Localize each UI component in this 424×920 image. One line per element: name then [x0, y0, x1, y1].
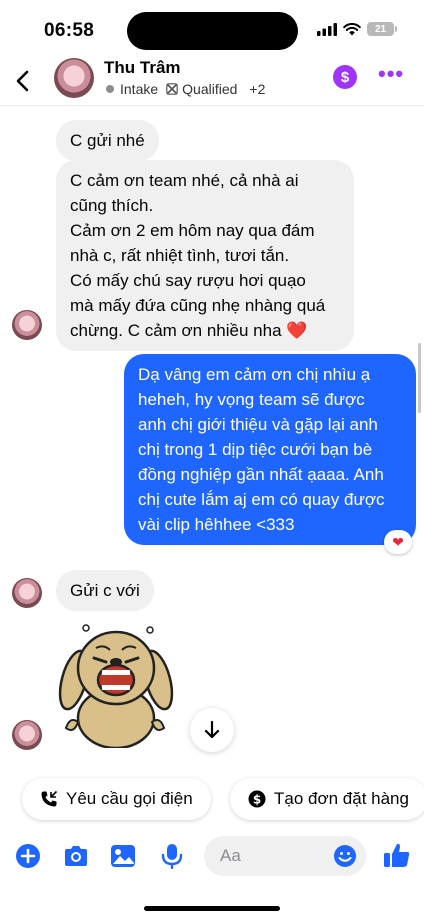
- message-line: mà mấy đứa cũng nhẹ nhàng quá: [70, 296, 326, 315]
- plus-icon[interactable]: [14, 842, 42, 870]
- outgoing-message[interactable]: Dạ vâng em cảm ơn chị nhìu ạ heheh, hy v…: [124, 354, 416, 545]
- message-line: vài clip hêhhee <333: [138, 515, 295, 534]
- back-arrow-icon[interactable]: [8, 66, 38, 96]
- message-line: nhà c, rất nhiệt tình, tươi tắn.: [70, 246, 290, 265]
- sender-avatar[interactable]: [12, 310, 42, 340]
- battery-indicator: 21: [367, 22, 397, 36]
- message-line: chừng. C cảm ơn nhiều nha ❤️: [70, 321, 308, 340]
- message-line: C cảm ơn team nhé, cả nhà ai: [70, 171, 299, 190]
- contact-name[interactable]: Thu Trâm: [104, 58, 181, 78]
- camera-icon[interactable]: [62, 842, 90, 870]
- incoming-message[interactable]: C cảm ơn team nhé, cả nhà ai cũng thích.…: [56, 160, 354, 351]
- message-line: chị trong 1 dịp tiệc cưới bạn bè: [138, 440, 373, 459]
- qualified-tag-icon: [166, 83, 178, 95]
- emoji-icon[interactable]: [333, 844, 357, 868]
- home-indicator: [144, 906, 280, 911]
- call-request-label: Yêu cầu gọi điện: [66, 789, 193, 808]
- wifi-icon: [343, 22, 361, 35]
- more-options-button[interactable]: •••: [378, 63, 406, 89]
- contact-tags[interactable]: Intake Qualified +2: [106, 81, 265, 97]
- message-input-placeholder: Aa: [220, 846, 241, 865]
- status-dot-icon: [106, 85, 114, 93]
- dynamic-island: [127, 12, 298, 50]
- sender-avatar[interactable]: [12, 578, 42, 608]
- tag-intake: Intake: [120, 81, 159, 97]
- message-input[interactable]: Aa: [204, 836, 366, 876]
- crying-dog-sticker[interactable]: [56, 618, 176, 748]
- call-request-chip[interactable]: Yêu cầu gọi điện: [22, 778, 211, 820]
- gallery-icon[interactable]: [109, 842, 137, 870]
- dollar-circle-icon: $: [248, 790, 266, 808]
- extra-tags-count: +2: [249, 81, 266, 97]
- tag-qualified: Qualified: [182, 81, 238, 97]
- microphone-icon[interactable]: [158, 842, 186, 870]
- message-line: Dạ vâng em cảm ơn chị nhìu ạ: [138, 365, 371, 384]
- chat-header: Thu Trâm Intake Qualified +2 $ •••: [0, 56, 424, 106]
- message-line: Có mấy chú say rượu hơi quạo: [70, 271, 306, 290]
- message-composer: Aa: [0, 832, 424, 882]
- message-line: chị cute lắm aj em có quay được: [138, 490, 385, 509]
- message-line: heheh, hy vọng team sẽ được: [138, 390, 365, 409]
- message-line: Cảm ơn 2 em hôm nay qua đám: [70, 221, 315, 240]
- cellular-signal-icon: [317, 22, 337, 36]
- phone-callback-icon: [41, 790, 58, 807]
- arrow-down-icon: [204, 720, 220, 739]
- sender-avatar[interactable]: [12, 720, 42, 750]
- heart-reaction[interactable]: ❤: [384, 530, 412, 554]
- message-line: cũng thích.: [70, 196, 154, 215]
- scrollbar[interactable]: [418, 343, 421, 413]
- incoming-message[interactable]: Gửi c với: [56, 570, 154, 611]
- incoming-message[interactable]: C gửi nhé: [56, 120, 159, 161]
- contact-avatar[interactable]: [54, 58, 94, 98]
- thumbs-up-icon[interactable]: [382, 840, 412, 870]
- create-order-chip[interactable]: $ Tạo đơn đặt hàng: [230, 778, 424, 820]
- create-order-label: Tạo đơn đặt hàng: [274, 789, 409, 808]
- status-bar: 06:58 21: [0, 0, 424, 56]
- status-time: 06:58: [44, 20, 95, 41]
- payment-button[interactable]: $: [333, 65, 357, 89]
- scroll-to-bottom-button[interactable]: [190, 708, 234, 752]
- message-line: anh chị giới thiệu và gặp lại anh: [138, 415, 378, 434]
- svg-text:$: $: [253, 793, 261, 807]
- status-icons: 21: [317, 22, 397, 36]
- message-line: đồng nghiệp gần nhất ạaaa. Anh: [138, 465, 384, 484]
